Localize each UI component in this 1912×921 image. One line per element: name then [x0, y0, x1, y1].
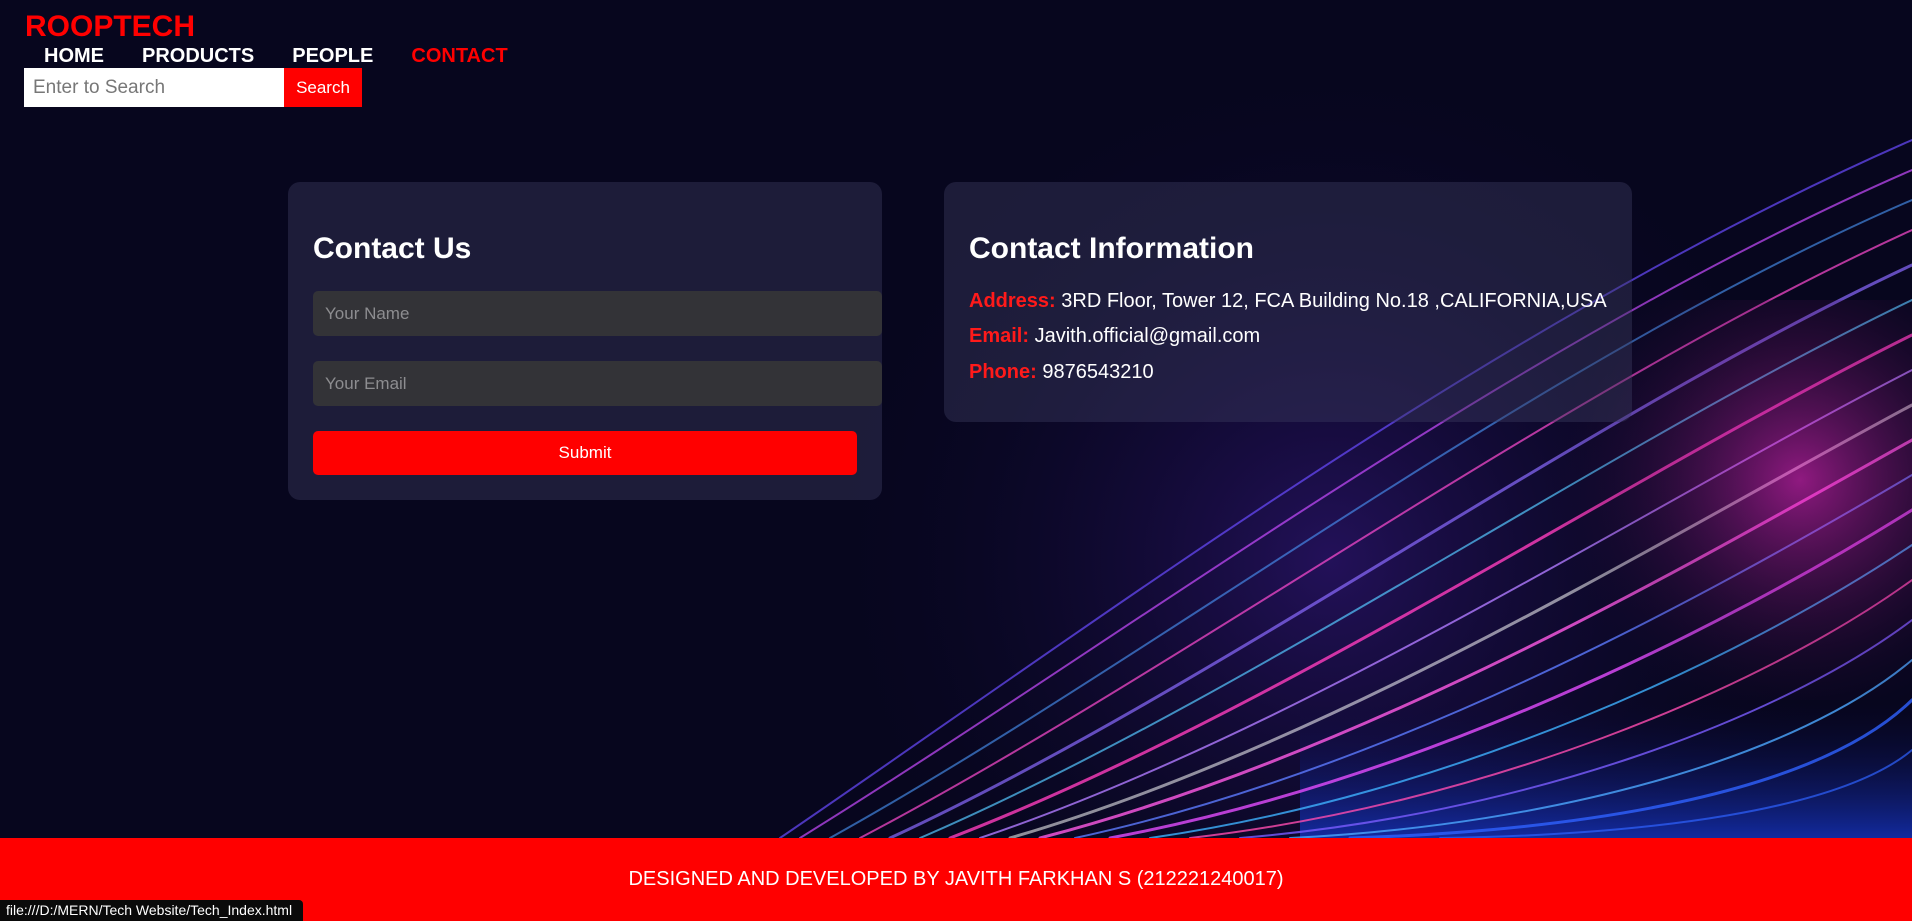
- address-label: Address:: [969, 290, 1056, 312]
- email-line: Email: Javith.official@gmail.com: [969, 325, 1260, 348]
- email-value: Javith.official@gmail.com: [1034, 325, 1261, 347]
- phone-value: 9876543210: [1042, 361, 1154, 383]
- contact-info-card: Contact Information Address: 3RD Floor, …: [944, 182, 1632, 422]
- phone-line: Phone: 9876543210: [969, 361, 1154, 384]
- submit-button[interactable]: Submit: [313, 431, 857, 475]
- footer-credit: DESIGNED AND DEVELOPED BY JAVITH FARKHAN…: [628, 868, 1284, 890]
- search-input[interactable]: [24, 68, 284, 107]
- browser-status-url: file:///D:/MERN/Tech Website/Tech_Index.…: [0, 900, 304, 921]
- name-field[interactable]: [313, 291, 882, 336]
- email-label: Email:: [969, 325, 1030, 347]
- contact-form-card: Contact Us Submit: [288, 182, 882, 500]
- nav-products[interactable]: PRODUCTS: [142, 44, 254, 68]
- email-field[interactable]: [313, 361, 882, 406]
- search-button[interactable]: Search: [284, 68, 362, 107]
- contact-form-title: Contact Us: [313, 232, 472, 265]
- address-value: 3RD Floor, Tower 12, FCA Building No.18 …: [1061, 290, 1607, 312]
- search-bar: Search: [24, 68, 362, 107]
- phone-label: Phone:: [969, 361, 1037, 383]
- main-nav: HOME PRODUCTS PEOPLE CONTACT: [44, 44, 546, 68]
- nav-people[interactable]: PEOPLE: [292, 44, 373, 68]
- brand-logo[interactable]: ROOPTECH: [25, 10, 195, 44]
- contact-info-title: Contact Information: [969, 232, 1254, 265]
- nav-home[interactable]: HOME: [44, 44, 104, 68]
- address-line: Address: 3RD Floor, Tower 12, FCA Buildi…: [969, 290, 1607, 313]
- nav-contact[interactable]: CONTACT: [411, 44, 507, 68]
